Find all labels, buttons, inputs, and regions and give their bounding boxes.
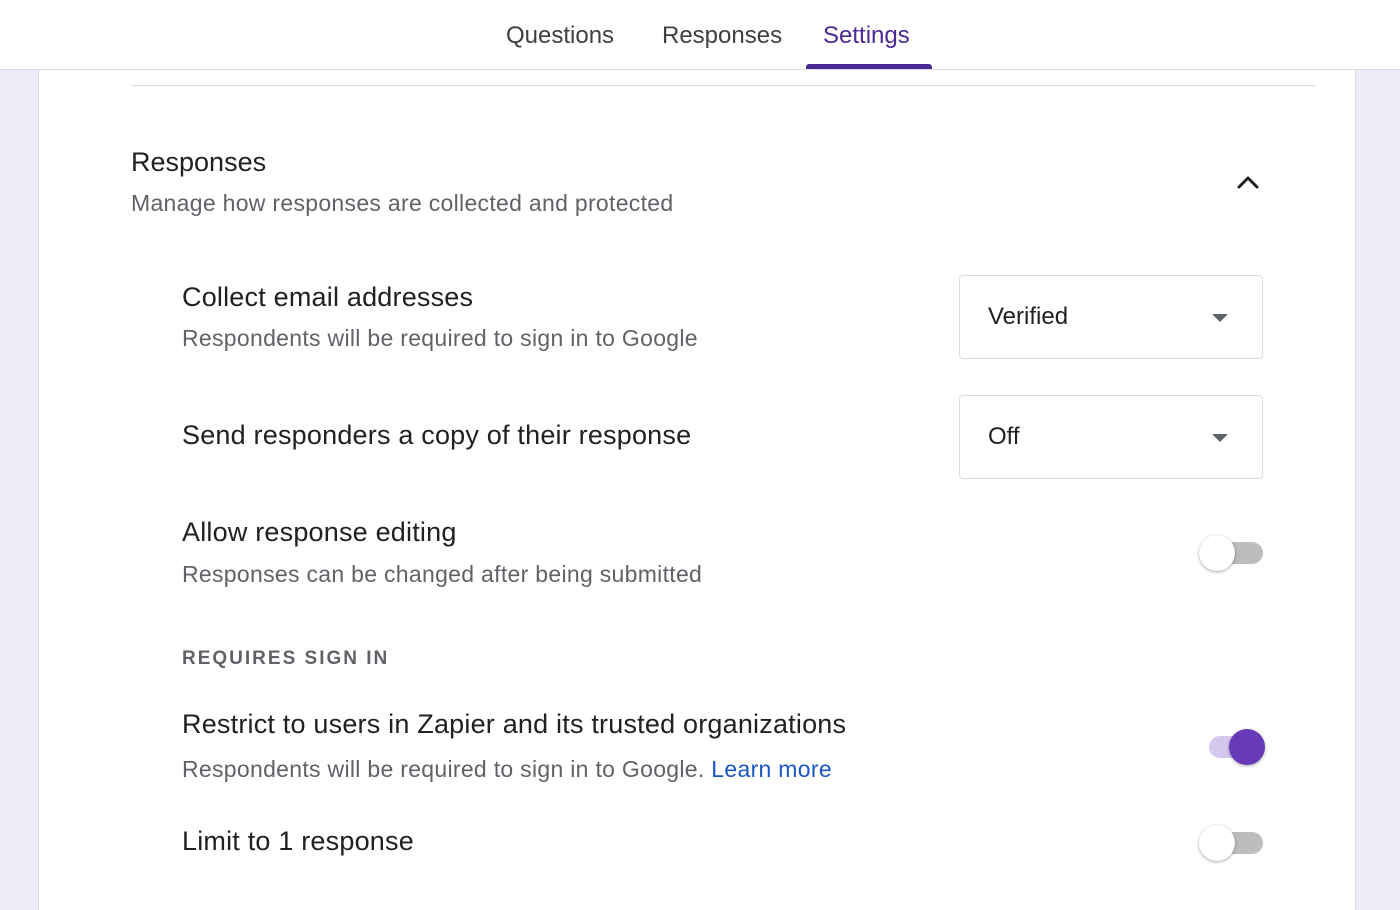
allow-editing-toggle[interactable] [1199,533,1267,573]
top-bar: Questions Responses Settings [0,0,1400,70]
collect-email-description: Respondents will be required to sign in … [182,325,698,351]
collect-email-selected-value: Verified [988,303,1069,330]
dropdown-arrow-icon [1212,314,1228,322]
tab-responses[interactable]: Responses [662,22,782,50]
settings-card: Responses Manage how responses are colle… [38,70,1356,910]
allow-editing-description: Responses can be changed after being sub… [182,561,703,587]
collect-email-title: Collect email addresses [182,282,474,312]
limit-one-toggle[interactable] [1199,823,1267,863]
learn-more-link[interactable]: Learn more [711,756,832,782]
collect-email-select[interactable]: Verified [959,275,1263,359]
allow-editing-title: Allow response editing [182,517,457,547]
send-copy-title: Send responders a copy of their response [182,420,692,450]
toggle-thumb [1229,729,1265,765]
tab-settings[interactable]: Settings [823,22,910,50]
send-copy-select[interactable]: Off [959,395,1263,479]
toggle-thumb [1199,535,1235,571]
restrict-users-title: Restrict to users in Zapier and its trus… [182,709,847,739]
toggle-thumb [1199,825,1235,861]
divider [131,85,1315,86]
section-subtitle: Manage how responses are collected and p… [131,190,674,216]
section-title: Responses [131,147,267,177]
restrict-users-description: Respondents will be required to sign in … [182,756,705,782]
limit-one-title: Limit to 1 response [182,826,414,856]
restrict-users-toggle[interactable] [1199,727,1267,767]
tab-questions[interactable]: Questions [506,22,614,50]
requires-sign-in-label: REQUIRES SIGN IN [182,648,390,669]
dropdown-arrow-icon [1212,434,1228,442]
restrict-users-description-line: Respondents will be required to sign in … [182,756,832,783]
chevron-up-icon[interactable] [1228,162,1268,202]
send-copy-selected-value: Off [988,423,1020,450]
active-tab-indicator [806,64,932,69]
